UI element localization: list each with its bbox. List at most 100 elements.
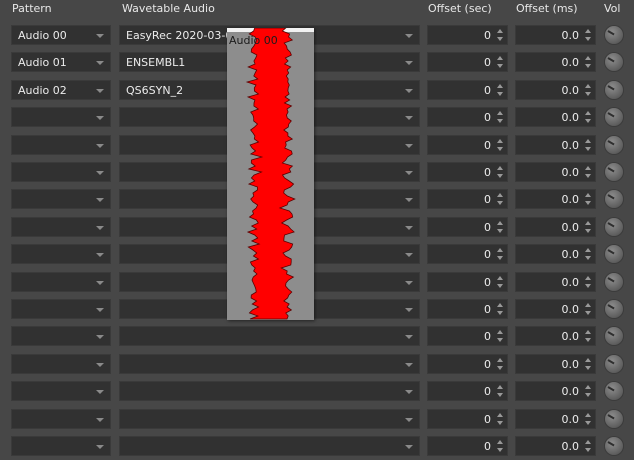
spin-down-icon[interactable] — [497, 393, 503, 397]
offset-ms-spinbox[interactable]: 0.0 — [515, 326, 596, 346]
spin-down-icon[interactable] — [585, 393, 591, 397]
offset-ms-spinbox[interactable]: 0.0 — [515, 217, 596, 237]
spin-down-icon[interactable] — [585, 311, 591, 315]
spin-up-icon[interactable] — [497, 413, 503, 417]
spin-down-icon[interactable] — [585, 147, 591, 151]
spin-down-icon[interactable] — [585, 421, 591, 425]
spin-up-icon[interactable] — [585, 84, 591, 88]
spin-down-icon[interactable] — [497, 338, 503, 342]
pattern-select[interactable]: Audio 02 — [11, 80, 111, 100]
offset-sec-spinbox[interactable]: 0 — [427, 217, 508, 237]
spin-down-icon[interactable] — [497, 311, 503, 315]
spin-up-icon[interactable] — [585, 29, 591, 33]
pattern-select[interactable]: Audio 01 — [11, 52, 111, 72]
spin-down-icon[interactable] — [585, 256, 591, 260]
offset-sec-spinbox[interactable]: 0 — [427, 299, 508, 319]
pattern-select[interactable]: Audio 00 — [11, 25, 111, 45]
spin-up-icon[interactable] — [585, 221, 591, 225]
spin-down-icon[interactable] — [585, 201, 591, 205]
spin-down-icon[interactable] — [497, 119, 503, 123]
offset-sec-spinbox[interactable]: 0 — [427, 107, 508, 127]
volume-knob-icon[interactable] — [605, 53, 623, 71]
spin-up-icon[interactable] — [585, 440, 591, 444]
offset-sec-spinbox[interactable]: 0 — [427, 436, 508, 456]
spin-down-icon[interactable] — [497, 92, 503, 96]
spin-down-icon[interactable] — [585, 119, 591, 123]
spin-down-icon[interactable] — [497, 256, 503, 260]
pattern-select[interactable] — [11, 135, 111, 155]
spin-up-icon[interactable] — [585, 358, 591, 362]
volume-knob-icon[interactable] — [605, 26, 623, 44]
spin-up-icon[interactable] — [497, 29, 503, 33]
spin-down-icon[interactable] — [497, 421, 503, 425]
offset-ms-spinbox[interactable]: 0.0 — [515, 354, 596, 374]
pattern-select[interactable] — [11, 326, 111, 346]
spin-up-icon[interactable] — [497, 248, 503, 252]
pattern-select[interactable] — [11, 299, 111, 319]
volume-knob-icon[interactable] — [605, 382, 623, 400]
volume-knob-icon[interactable] — [605, 437, 623, 455]
pattern-select[interactable] — [11, 409, 111, 429]
offset-sec-spinbox[interactable]: 0 — [427, 244, 508, 264]
spin-up-icon[interactable] — [585, 385, 591, 389]
offset-sec-spinbox[interactable]: 0 — [427, 162, 508, 182]
spin-up-icon[interactable] — [497, 139, 503, 143]
offset-sec-spinbox[interactable]: 0 — [427, 381, 508, 401]
spin-down-icon[interactable] — [497, 284, 503, 288]
offset-ms-spinbox[interactable]: 0.0 — [515, 436, 596, 456]
spin-down-icon[interactable] — [497, 147, 503, 151]
spin-up-icon[interactable] — [497, 111, 503, 115]
spin-up-icon[interactable] — [497, 303, 503, 307]
pattern-select[interactable] — [11, 217, 111, 237]
pattern-select[interactable] — [11, 381, 111, 401]
spin-up-icon[interactable] — [585, 139, 591, 143]
spin-up-icon[interactable] — [585, 276, 591, 280]
offset-sec-spinbox[interactable]: 0 — [427, 80, 508, 100]
spin-up-icon[interactable] — [585, 330, 591, 334]
offset-sec-spinbox[interactable]: 0 — [427, 326, 508, 346]
offset-sec-spinbox[interactable]: 0 — [427, 354, 508, 374]
volume-knob-icon[interactable] — [605, 108, 623, 126]
spin-down-icon[interactable] — [585, 448, 591, 452]
spin-up-icon[interactable] — [497, 276, 503, 280]
pattern-select[interactable] — [11, 436, 111, 456]
wavetable-audio-select[interactable] — [119, 409, 420, 429]
offset-ms-spinbox[interactable]: 0.0 — [515, 272, 596, 292]
offset-ms-spinbox[interactable]: 0.0 — [515, 25, 596, 45]
spin-down-icon[interactable] — [585, 229, 591, 233]
volume-knob-icon[interactable] — [605, 410, 623, 428]
spin-up-icon[interactable] — [497, 166, 503, 170]
spin-down-icon[interactable] — [497, 201, 503, 205]
spin-up-icon[interactable] — [497, 330, 503, 334]
offset-sec-spinbox[interactable]: 0 — [427, 272, 508, 292]
spin-down-icon[interactable] — [497, 37, 503, 41]
spin-down-icon[interactable] — [497, 448, 503, 452]
offset-ms-spinbox[interactable]: 0.0 — [515, 52, 596, 72]
wavetable-audio-select[interactable] — [119, 354, 420, 374]
offset-ms-spinbox[interactable]: 0.0 — [515, 107, 596, 127]
offset-ms-spinbox[interactable]: 0.0 — [515, 189, 596, 209]
volume-knob-icon[interactable] — [605, 163, 623, 181]
offset-ms-spinbox[interactable]: 0.0 — [515, 162, 596, 182]
spin-up-icon[interactable] — [497, 358, 503, 362]
volume-knob-icon[interactable] — [605, 190, 623, 208]
offset-ms-spinbox[interactable]: 0.0 — [515, 409, 596, 429]
offset-sec-spinbox[interactable]: 0 — [427, 189, 508, 209]
spin-up-icon[interactable] — [585, 166, 591, 170]
offset-ms-spinbox[interactable]: 0.0 — [515, 80, 596, 100]
spin-up-icon[interactable] — [497, 440, 503, 444]
wavetable-audio-select[interactable] — [119, 381, 420, 401]
spin-down-icon[interactable] — [497, 64, 503, 68]
spin-down-icon[interactable] — [585, 64, 591, 68]
offset-ms-spinbox[interactable]: 0.0 — [515, 135, 596, 155]
pattern-select[interactable] — [11, 107, 111, 127]
spin-up-icon[interactable] — [497, 56, 503, 60]
spin-down-icon[interactable] — [497, 229, 503, 233]
volume-knob-icon[interactable] — [605, 300, 623, 318]
volume-knob-icon[interactable] — [605, 327, 623, 345]
offset-ms-spinbox[interactable]: 0.0 — [515, 299, 596, 319]
spin-up-icon[interactable] — [497, 84, 503, 88]
spin-up-icon[interactable] — [585, 56, 591, 60]
volume-knob-icon[interactable] — [605, 81, 623, 99]
offset-sec-spinbox[interactable]: 0 — [427, 52, 508, 72]
